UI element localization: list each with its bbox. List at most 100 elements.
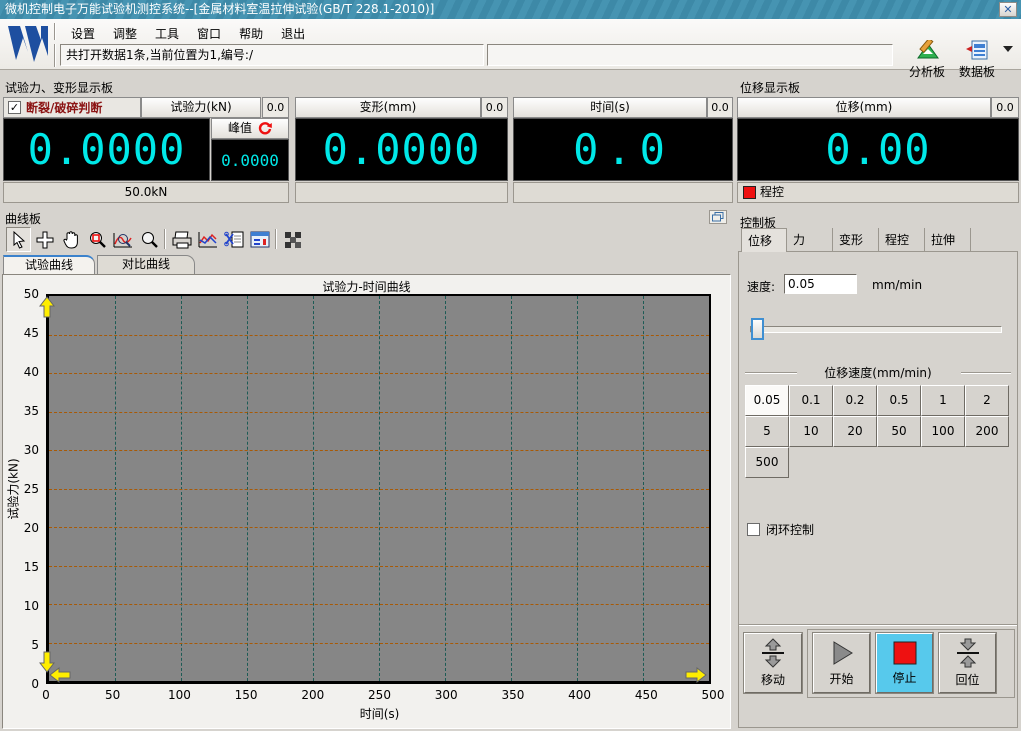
data-panel-button[interactable]: 数据板 [953, 40, 1001, 80]
h-gridline [49, 642, 709, 644]
checkbox-checked-icon[interactable]: ✓ [8, 101, 21, 114]
h-gridline [49, 450, 709, 451]
magnifier-tool-button[interactable] [136, 227, 161, 252]
control-tab-1[interactable]: 位移 [741, 228, 787, 252]
control-tab-2[interactable]: 力 [787, 228, 833, 251]
speed-slider-track[interactable] [750, 326, 1002, 333]
peak-reset-icon[interactable] [258, 121, 272, 136]
close-button[interactable]: ✕ [999, 2, 1017, 17]
analysis-panel-button[interactable]: 分析板 [903, 37, 951, 80]
y-tick-label: 35 [23, 404, 39, 418]
status-field-2 [487, 44, 893, 66]
toolbar-more-dropdown[interactable] [1003, 46, 1013, 52]
peak-display: 0.0000 [211, 139, 289, 181]
control-tab-4[interactable]: 程控 [879, 228, 925, 251]
force-header-value: 0.0 [262, 97, 289, 118]
curve-restore-button[interactable] [709, 210, 727, 224]
menu-item-4[interactable]: 窗口 [188, 23, 230, 44]
speed-preset-0.1[interactable]: 0.1 [789, 385, 833, 416]
x-tick-label: 0 [42, 688, 50, 702]
closed-loop-checkbox[interactable]: 闭环控制 [747, 521, 814, 538]
speed-preset-200[interactable]: 200 [965, 416, 1009, 447]
speed-preset-5[interactable]: 5 [745, 416, 789, 447]
speed-preset-2[interactable]: 2 [965, 385, 1009, 416]
print-button[interactable] [169, 227, 194, 252]
force-header-button[interactable]: 试验力(kN) [141, 97, 261, 118]
return-button[interactable]: 回位 [938, 632, 997, 694]
stop-square-icon [893, 641, 916, 665]
divider [745, 372, 797, 374]
y-tick-label: 0 [31, 677, 39, 691]
y-tick-label: 20 [23, 521, 39, 535]
menu-item-2[interactable]: 调整 [104, 23, 146, 44]
force-range-label: 50.0kN [3, 182, 289, 203]
break-judge-checkbox[interactable]: ✓ 断裂/破碎判断 [3, 97, 141, 118]
speed-preset-0.5[interactable]: 0.5 [877, 385, 921, 416]
h-gridline [49, 527, 709, 528]
pan-tool-button[interactable] [58, 227, 83, 252]
zoom-curve-icon [113, 232, 132, 247]
speed-preset-0.05[interactable]: 0.05 [745, 385, 789, 416]
x-tick-label: 250 [368, 688, 391, 702]
deform-header-button[interactable]: 变形(mm) [295, 97, 481, 118]
zoom-box-tool-button[interactable] [84, 227, 109, 252]
speed-unit-label: mm/min [872, 278, 923, 292]
speed-input[interactable] [784, 274, 857, 294]
h-gridline [49, 373, 709, 374]
divider [739, 624, 1017, 626]
x-tick-label: 400 [568, 688, 592, 702]
y-tick-label: 25 [23, 482, 39, 496]
peak-button[interactable]: 峰值 [211, 118, 289, 139]
move-button[interactable]: 移动 [743, 632, 803, 694]
chart-area: 试验力-时间曲线 50 45 40 35 30 25 20 15 10 5 0 0 50 100 150 2… [2, 274, 731, 729]
program-control-label: 程控 [760, 185, 785, 199]
x-tick-label: 50 [105, 688, 121, 702]
tab-test-curve[interactable]: 试验曲线 [3, 255, 95, 274]
h-gridline [49, 411, 709, 413]
speed-preset-100[interactable]: 100 [921, 416, 965, 447]
move-cross-icon [36, 231, 53, 248]
start-button[interactable]: 开始 [812, 632, 871, 694]
y-tick-label: 5 [31, 638, 39, 652]
time-header-button[interactable]: 时间(s) [513, 97, 707, 118]
zoom-curve-tool-button[interactable] [110, 227, 135, 252]
x-axis-ticks: 0 50 100 150 200 250 300 350 400 450 500 [42, 688, 724, 702]
menu-item-6[interactable]: 退出 [272, 23, 314, 44]
speed-preset-10[interactable]: 10 [789, 416, 833, 447]
y-tick-label: 15 [23, 560, 39, 574]
curve-export-icon [198, 231, 217, 247]
control-tab-3[interactable]: 变形 [833, 228, 879, 251]
stop-button[interactable]: 停止 [875, 632, 934, 694]
plot-area[interactable] [46, 294, 711, 684]
magnifier-icon [141, 231, 158, 248]
control-tab-5[interactable]: 拉伸 [925, 228, 971, 251]
menu-item-3[interactable]: 工具 [146, 23, 188, 44]
menu-item-1[interactable]: 设置 [62, 23, 104, 44]
curve-export-button[interactable] [195, 227, 220, 252]
displacement-header-button[interactable]: 位移(mm) [737, 97, 991, 118]
report-panel-button[interactable] [247, 227, 272, 252]
menu-item-5[interactable]: 帮助 [230, 23, 272, 44]
cut-page-button[interactable] [221, 227, 246, 252]
x-tick-label: 450 [634, 688, 658, 702]
grid-pattern-button[interactable] [280, 227, 305, 252]
window-title: 微机控制电子万能试验机测控系统--[金属材料室温拉伸试验(GB/T 228.1-… [5, 2, 435, 16]
x-tick-label: 100 [167, 688, 191, 702]
move-tool-button[interactable] [32, 227, 57, 252]
divider [164, 229, 166, 249]
pointer-tool-button[interactable] [6, 227, 31, 252]
speed-preset-1[interactable]: 1 [921, 385, 965, 416]
speed-preset-20[interactable]: 20 [833, 416, 877, 447]
speed-preset-500[interactable]: 500 [745, 447, 789, 478]
control-panel: 控制板 速度: mm/min 位移速度(mm/min) 闭环控制 移动 开始 停… [737, 212, 1019, 729]
tab-compare-curve[interactable]: 对比曲线 [97, 255, 195, 274]
speed-preset-50[interactable]: 50 [877, 416, 921, 447]
divider [54, 23, 56, 40]
checkbox-unchecked-icon[interactable] [747, 523, 760, 536]
x-axis-label: 时间(s) [359, 707, 400, 721]
speed-slider-thumb[interactable] [751, 318, 764, 340]
y-tick-label: 40 [23, 365, 39, 379]
curve-toolbar [2, 226, 731, 254]
chart-title: 试验力-时间曲线 [322, 280, 411, 294]
speed-preset-0.2[interactable]: 0.2 [833, 385, 877, 416]
